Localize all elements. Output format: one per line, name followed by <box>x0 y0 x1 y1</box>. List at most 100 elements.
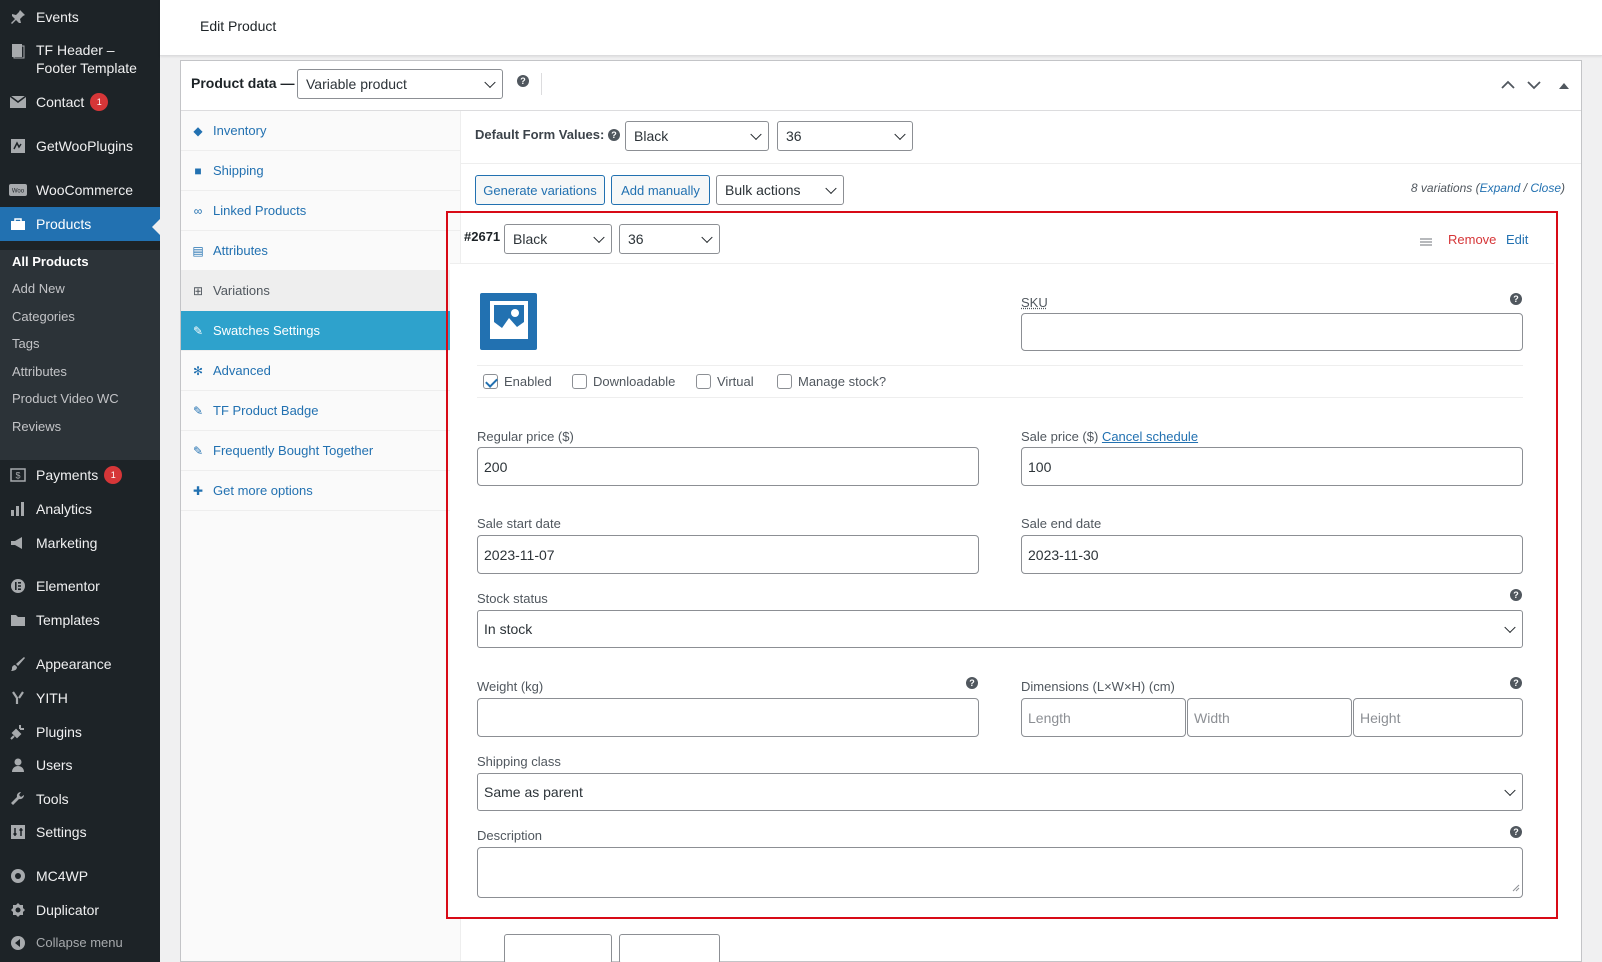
next-variation-color-select[interactable] <box>504 934 612 962</box>
plug-icon <box>8 722 28 742</box>
settings-icon <box>8 822 28 842</box>
menu-item-marketing[interactable]: Marketing <box>0 534 160 552</box>
tab-shipping[interactable]: ■ Shipping <box>181 151 461 191</box>
woo-icon: Woo <box>8 180 28 200</box>
variations-count: 8 variations (Expand / Close) <box>1411 181 1565 195</box>
menu-item-payments[interactable]: $ Payments 1 <box>0 466 160 484</box>
move-down-icon[interactable] <box>1527 77 1541 93</box>
plugin-icon: ✚ <box>191 484 205 498</box>
expand-link[interactable]: Expand <box>1480 181 1521 195</box>
page-icon <box>8 41 28 61</box>
products-icon <box>8 214 28 234</box>
submenu-attributes[interactable]: Attributes <box>12 364 67 379</box>
submenu-reviews[interactable]: Reviews <box>12 419 61 434</box>
user-icon <box>8 755 28 775</box>
megaphone-icon <box>8 533 28 553</box>
submenu-categories[interactable]: Categories <box>12 309 75 324</box>
help-icon[interactable]: ? <box>608 129 620 141</box>
bulk-actions-select[interactable]: Bulk actions <box>716 175 844 205</box>
generate-variations-button[interactable]: Generate variations <box>475 175 605 205</box>
wrench-icon <box>8 789 28 809</box>
product-data-header: Product data — Variable product ? <box>181 61 1581 111</box>
menu-item-tools[interactable]: Tools <box>0 790 160 808</box>
svg-text:$: $ <box>15 471 20 481</box>
menu-item-templates[interactable]: Templates <box>0 611 160 629</box>
wrench-icon: ✎ <box>191 324 205 338</box>
divider <box>461 163 1581 164</box>
wrench-icon: ✎ <box>191 404 205 418</box>
menu-item-mc4wp[interactable]: MC4WP <box>0 867 160 885</box>
tab-linked-products[interactable]: ∞ Linked Products <box>181 191 461 231</box>
highlight-box <box>446 211 1558 919</box>
menu-item-products[interactable]: Products <box>0 207 160 241</box>
current-menu-arrow <box>152 219 160 235</box>
elementor-icon <box>8 576 28 596</box>
product-type-select[interactable]: Variable product <box>297 69 503 99</box>
tab-get-more-options[interactable]: ✚ Get more options <box>181 471 461 511</box>
menu-item-elementor[interactable]: Elementor <box>0 577 160 595</box>
next-variation-size-select[interactable] <box>619 934 720 962</box>
svg-text:Woo: Woo <box>12 189 25 195</box>
payments-icon: $ <box>8 465 28 485</box>
tab-tf-product-badge[interactable]: ✎ TF Product Badge <box>181 391 461 431</box>
tab-frequently-bought-together[interactable]: ✎ Frequently Bought Together <box>181 431 461 471</box>
chevron-down-icon <box>484 77 495 88</box>
menu-item-tf-header[interactable]: TF Header – Footer Template <box>0 41 160 77</box>
admin-sidebar: Events TF Header – Footer Template Conta… <box>0 0 160 962</box>
tag-icon: ◆ <box>191 124 205 138</box>
wrench-icon: ✎ <box>191 444 205 458</box>
menu-item-woocommerce[interactable]: Woo WooCommerce <box>0 181 160 199</box>
tab-swatches-settings[interactable]: ✎ Swatches Settings <box>181 311 461 351</box>
menu-item-analytics[interactable]: Analytics <box>0 500 160 518</box>
default-form-values-label: Default Form Values: <box>475 127 604 142</box>
help-icon[interactable]: ? <box>517 75 529 87</box>
tab-inventory[interactable]: ◆ Inventory <box>181 111 461 151</box>
menu-item-users[interactable]: Users <box>0 756 160 774</box>
yith-icon <box>8 688 28 708</box>
add-manually-button[interactable]: Add manually <box>611 175 710 205</box>
page-title: Edit Product <box>200 18 276 34</box>
header-divider <box>541 73 542 95</box>
product-data-label: Product data — <box>191 75 294 91</box>
menu-item-settings[interactable]: Settings <box>0 823 160 841</box>
chevron-down-icon <box>825 183 836 194</box>
payments-badge: 1 <box>104 466 122 484</box>
chevron-down-icon <box>750 129 761 140</box>
menu-item-plugins[interactable]: Plugins <box>0 723 160 741</box>
tab-advanced[interactable]: ✻ Advanced <box>181 351 461 391</box>
product-data-tabs: ◆ Inventory ■ Shipping ∞ Linked Products… <box>181 111 461 961</box>
grid-icon: ⊞ <box>191 284 205 298</box>
mail-icon <box>8 92 28 112</box>
menu-item-getwooplugins[interactable]: GetWooPlugins <box>0 137 160 155</box>
tab-attributes[interactable]: ▤ Attributes <box>181 231 461 271</box>
move-up-icon[interactable] <box>1501 77 1515 93</box>
menu-item-appearance[interactable]: Appearance <box>0 655 160 673</box>
brush-icon <box>8 654 28 674</box>
mc4wp-icon <box>8 866 28 886</box>
menu-item-yith[interactable]: YITH <box>0 689 160 707</box>
menu-item-contact[interactable]: Contact 1 <box>0 93 160 111</box>
truck-icon: ■ <box>191 164 205 178</box>
menu-item-events[interactable]: Events <box>0 8 160 26</box>
page-header: Edit Product <box>160 0 1602 56</box>
default-size-select[interactable]: 36 <box>777 121 913 151</box>
pin-icon <box>8 7 28 27</box>
link-icon: ∞ <box>191 204 205 218</box>
contact-badge: 1 <box>90 93 108 111</box>
submenu-tags[interactable]: Tags <box>12 336 39 351</box>
collapse-menu-button[interactable]: Collapse menu <box>0 934 160 952</box>
analytics-icon <box>8 499 28 519</box>
menu-item-duplicator[interactable]: Duplicator <box>0 901 160 919</box>
submenu-product-video[interactable]: Product Video WC <box>12 391 119 406</box>
plugin-icon <box>8 136 28 156</box>
submenu-all-products[interactable]: All Products <box>12 254 89 269</box>
list-icon: ▤ <box>191 244 205 258</box>
gear-icon: ✻ <box>191 364 205 378</box>
collapse-icon <box>8 933 28 953</box>
products-submenu: All Products Add New Categories Tags Att… <box>0 250 160 460</box>
submenu-add-new[interactable]: Add New <box>12 281 65 296</box>
close-link[interactable]: Close <box>1530 181 1561 195</box>
default-color-select[interactable]: Black <box>625 121 769 151</box>
tab-variations[interactable]: ⊞ Variations <box>181 271 461 311</box>
toggle-panel-icon[interactable] <box>1559 77 1569 93</box>
